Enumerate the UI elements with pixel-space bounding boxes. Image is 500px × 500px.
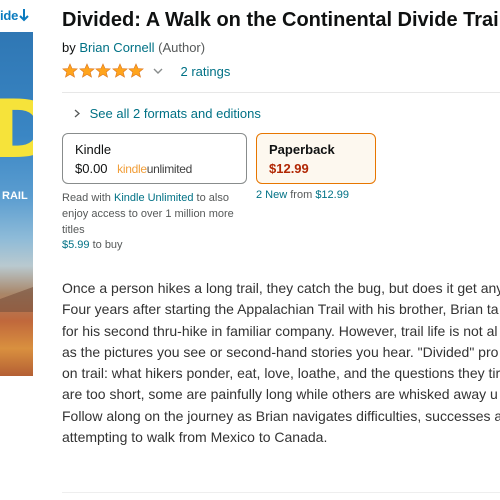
cover-text: RAIL [2,190,28,202]
kindle-unlimited-note: Read with Kindle Unlimited to also enjoy… [62,190,248,238]
book-description: Once a person hikes a long trail, they c… [62,278,500,448]
see-all-formats-link[interactable]: See all 2 formats and editions [90,106,261,121]
paperback-price: $12.99 [269,161,309,176]
format-name: Kindle [75,142,112,157]
byline-by: by [62,40,80,55]
author-link[interactable]: Brian Cornell [79,40,154,55]
star-icon [78,63,95,78]
star-icon [111,63,128,78]
description-line: Follow along on the journey as Brian nav… [62,407,500,424]
ku-logo-unlimited: unlimited [146,162,193,176]
see-all-formats[interactable]: See all 2 formats and editions [74,106,261,121]
kindle-price: $0.00 [75,161,108,176]
product-title: Divided: A Walk on the Continental Divid… [62,9,499,31]
bottom-divider [62,492,500,493]
buy-line: $5.99 to buy [62,239,123,251]
format-paperback[interactable]: Paperback $12.99 [256,133,376,184]
format-kindle[interactable]: Kindle $0.00 kindleunlimited [62,133,247,184]
cover-area: ide D RAIL [0,0,36,380]
look-inside-label: ide [0,8,19,23]
kindle-unlimited-logo: kindleunlimited [117,162,192,176]
buy-price-link[interactable]: $5.99 [62,239,90,251]
description-line: Once a person hikes a long trail, they c… [62,280,500,296]
description-line: Four years after starting the Appalachia… [62,301,499,318]
divider [62,92,500,93]
cover-letter: D [0,90,33,170]
ku-logo-kindle: kindle [117,162,147,176]
star-icon [128,63,144,78]
format-name: Paperback [269,142,335,157]
new-offers-link[interactable]: 2 New [256,189,287,201]
look-inside-link[interactable]: ide [0,8,29,23]
star-icon [62,63,78,78]
author-role: (Author) [158,40,206,55]
description-line: are too short, some are painfully long w… [62,386,498,403]
star-rating[interactable] [62,63,145,79]
new-offers-price-link[interactable]: $12.99 [315,189,349,201]
chevron-right-icon [74,109,80,118]
down-arrow-icon [19,9,29,22]
chevron-down-icon[interactable] [153,67,163,75]
kindle-unlimited-link[interactable]: Kindle Unlimited [114,192,193,204]
description-line: for his second thru-hike in familiar com… [62,322,498,339]
book-cover-image[interactable]: D RAIL [0,32,33,376]
new-offers: 2 New from $12.99 [256,189,349,201]
ratings-count-link[interactable]: 2 ratings [181,64,231,79]
description-line: attempting to walk from Mexico to Canada… [62,429,328,446]
rating-row: 2 ratings [62,62,230,80]
buy-suffix: to buy [89,239,123,251]
description-line: as the pictures you see or second-hand s… [62,343,499,360]
star-icon [95,63,111,78]
description-line: on trail: what hikers ponder, eat, love,… [62,365,500,382]
cover-mountain-graphic [0,282,33,312]
new-from-label: from [287,189,316,201]
format-price: $0.00 kindleunlimited [75,161,192,176]
read-with-prefix: Read with [62,192,114,204]
byline: by Brian Cornell (Author) [62,40,205,55]
